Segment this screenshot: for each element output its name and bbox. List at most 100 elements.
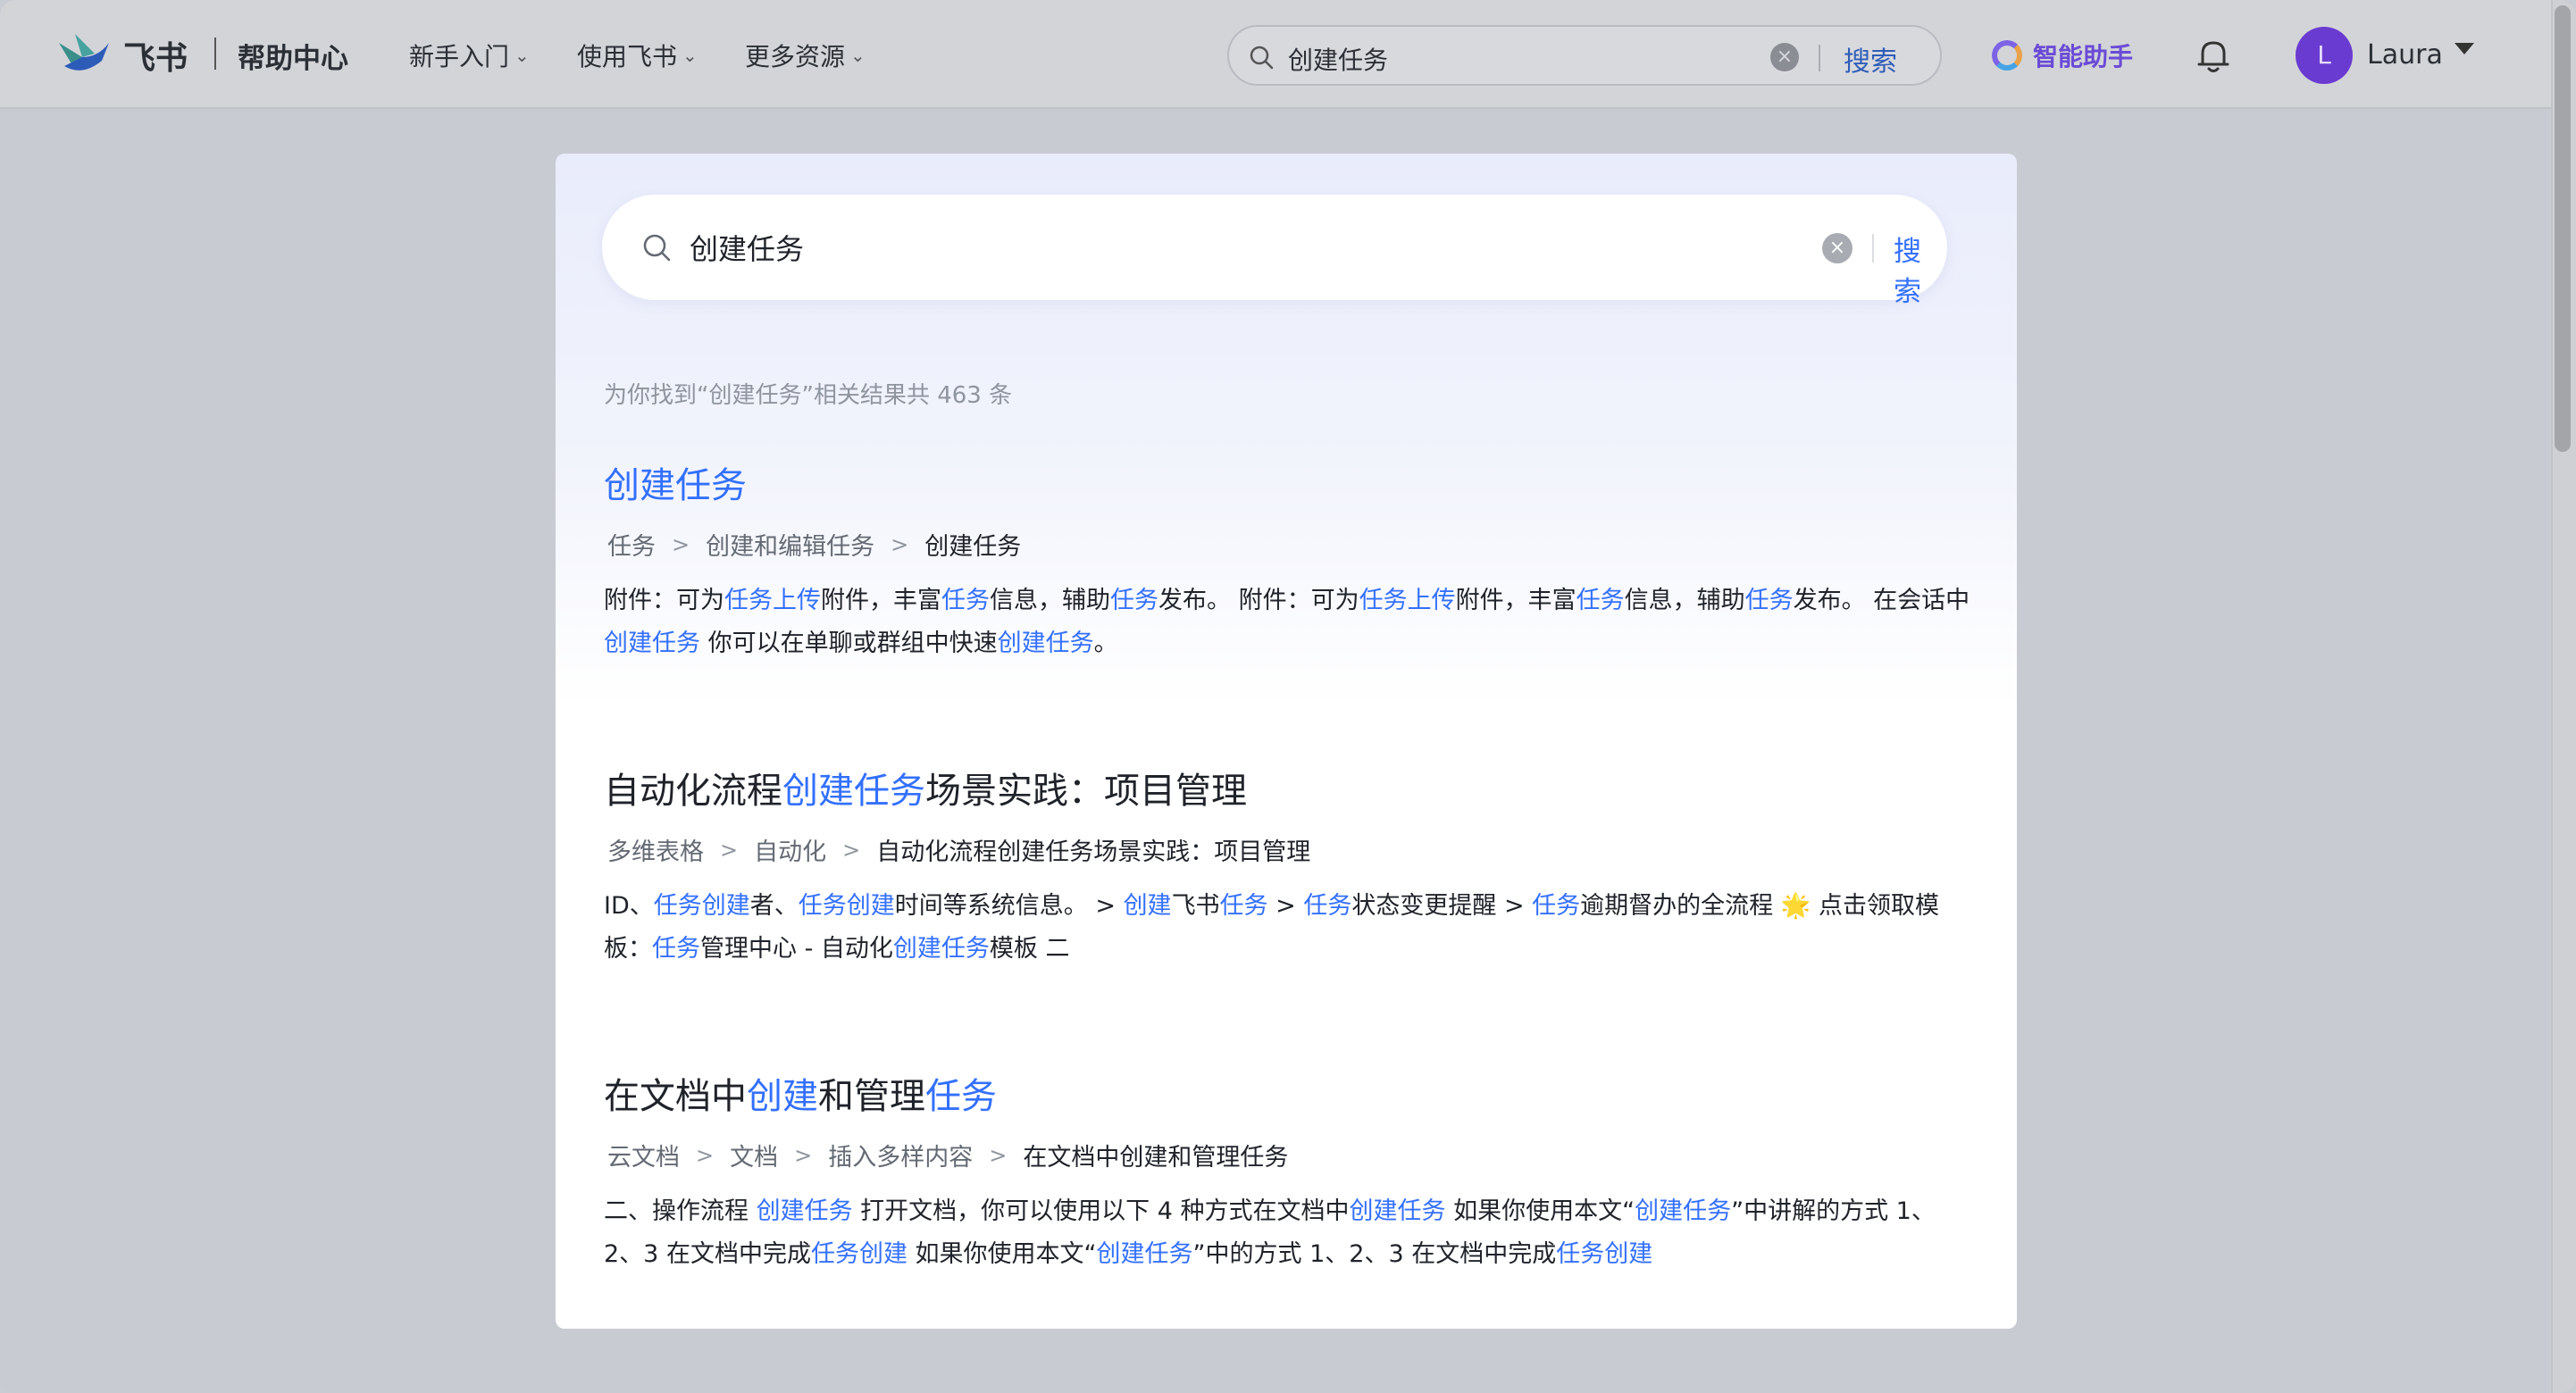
chevron-right-icon: > <box>891 531 909 557</box>
nav-getting-started[interactable]: 新手入门 ⌄ <box>409 38 530 73</box>
avatar[interactable]: L <box>2296 27 2353 84</box>
top-search-button[interactable]: 搜索 <box>1844 39 1897 79</box>
breadcrumb: 云文档 > 文档 > 插入多样内容 > 在文档中创建和管理任务 <box>604 1138 1970 1172</box>
highlight-term: 任务 <box>1110 587 1158 614</box>
snippet-text: 附件，丰富 <box>1455 587 1577 614</box>
nav-using-feishu[interactable]: 使用飞书 ⌄ <box>577 38 698 73</box>
snippet-text: 信息，辅助 <box>990 587 1110 614</box>
result-snippet[interactable]: 二、操作流程 创建任务 打开文档，你可以使用以下 4 种方式在文档中创建任务 如… <box>604 1190 1970 1276</box>
search-result: 自动化流程创建任务场景实践：项目管理 多维表格 > 自动化 > 自动化流程创建任务场景实践… <box>604 768 1970 971</box>
top-search-box[interactable]: 创建任务 × 搜索 <box>1227 25 1942 86</box>
nav-label: 使用飞书 <box>577 42 678 71</box>
highlight-term: 任务 <box>1576 587 1625 614</box>
breadcrumb: 任务 > 创建和编辑任务 > 创建任务 <box>604 527 1970 562</box>
chevron-down-icon: ⌄ <box>514 45 530 66</box>
result-title-link[interactable]: 在文档中创建和管理任务 <box>604 1073 1970 1120</box>
nav-more-resources[interactable]: 更多资源 ⌄ <box>745 38 866 73</box>
highlight-term: 创建任务 <box>1635 1197 1732 1225</box>
chevron-right-icon: > <box>989 1142 1008 1168</box>
chevron-down-icon: ⌄ <box>682 45 698 66</box>
highlight-term: 创建任务 <box>756 1197 853 1225</box>
assistant-label: 智能助手 <box>2033 42 2134 71</box>
search-results-modal: × 搜索 为你找到“创建任务”相关结果共 463 条 创建任务任务>创建和编辑任… <box>556 154 2017 1329</box>
search-result: 在文档中创建和管理任务 云文档 > 文档 > 插入多样内容 > 在文档中创建和管理任务 二、操作… <box>604 1073 1970 1276</box>
result-snippet[interactable]: ID、任务创建者、任务创建时间等系统信息。 > 创建飞书任务 > 任务状态变更提… <box>604 885 1970 971</box>
bell-icon[interactable] <box>2195 36 2231 75</box>
highlight-term: 任务创建 <box>653 892 750 920</box>
snippet-text: 你可以在单聊或群组中快速 <box>700 630 998 657</box>
breadcrumb-item[interactable]: 文档 <box>726 1138 782 1172</box>
help-center-title[interactable]: 帮助中心 <box>238 36 348 76</box>
breadcrumb: 多维表格 > 自动化 > 自动化流程创建任务场景实践：项目管理 <box>604 832 1970 867</box>
snippet-text: 如果你使用本文“ <box>1445 1197 1635 1225</box>
breadcrumb-item[interactable]: 创建和编辑任务 <box>702 527 878 562</box>
modal-search-input[interactable] <box>690 221 1744 273</box>
breadcrumb-item[interactable]: 自动化 <box>750 832 830 867</box>
highlight-term: 创建任务 <box>604 630 700 657</box>
result-title-link[interactable]: 创建任务 <box>604 463 1970 509</box>
breadcrumb-item: 在文档中创建和管理任务 <box>1023 1144 1289 1172</box>
snippet-text: 二、操作流程 <box>604 1197 757 1225</box>
chevron-right-icon: > <box>672 531 690 557</box>
result-snippet[interactable]: 附件：可为任务上传附件，丰富任务信息，辅助任务发布。 附件：可为任务上传附件，丰… <box>604 580 1970 665</box>
title-segment: 创建任务 <box>604 465 747 506</box>
scrollbar-thumb[interactable] <box>2555 5 2571 452</box>
highlight-term: 任务创建 <box>1556 1240 1653 1268</box>
breadcrumb-item[interactable]: 多维表格 <box>604 832 707 867</box>
highlight-term: 创建任务 <box>997 630 1094 657</box>
top-navigation: 飞书 帮助中心 新手入门 ⌄ 使用飞书 ⌄ 更多资源 ⌄ 创建任务 × 搜索 智… <box>0 0 2555 109</box>
brand-name[interactable]: 飞书 <box>123 32 188 79</box>
breadcrumb-item[interactable]: 云文档 <box>604 1138 683 1172</box>
search-icon <box>643 234 671 262</box>
nav-label: 新手入门 <box>409 42 510 71</box>
title-segment: 自动化流程 <box>604 771 782 812</box>
snippet-text: 信息，辅助 <box>1624 587 1745 614</box>
highlight-term: 任务 <box>1532 892 1581 920</box>
snippet-text: 飞书 <box>1171 892 1220 920</box>
result-title-link[interactable]: 自动化流程创建任务场景实践：项目管理 <box>604 768 1970 814</box>
chevron-right-icon: > <box>696 1142 715 1168</box>
search-icon <box>1250 46 1274 70</box>
search-separator <box>1872 234 1874 263</box>
snippet-text: 状态变更提醒 > <box>1351 892 1533 920</box>
title-segment: 创建任务 <box>782 771 925 812</box>
nav-label: 更多资源 <box>745 42 846 71</box>
snippet-text: 。 <box>1093 630 1118 657</box>
clear-icon[interactable]: × <box>1770 43 1799 71</box>
assistant-icon <box>1992 40 2022 71</box>
snippet-text: 发布。 在会话中 <box>1793 587 1970 614</box>
highlight-term: 任务上传 <box>1359 587 1456 614</box>
modal-search-box[interactable]: × 搜索 <box>602 195 1947 308</box>
highlight-term: 任务 <box>652 935 700 963</box>
highlight-term: 任务 <box>941 587 990 614</box>
highlight-term: 创建 <box>1123 892 1172 920</box>
modal-search-button[interactable]: 搜索 <box>1894 229 1947 309</box>
snippet-text: 者、 <box>749 892 799 920</box>
title-segment: 任务 <box>925 1076 997 1117</box>
snippet-text: 附件：可为 <box>604 587 724 614</box>
result-count: 为你找到“创建任务”相关结果共 463 条 <box>604 382 1013 409</box>
snippet-text: 打开文档，你可以使用以下 4 种方式在文档中 <box>852 1197 1350 1225</box>
snippet-text: 如果你使用本文“ <box>907 1240 1097 1268</box>
snippet-text: 管理中心 - 自动化 <box>700 935 893 963</box>
snippet-text: > <box>1267 892 1304 920</box>
caret-down-icon[interactable] <box>2455 43 2474 54</box>
snippet-text: 模板 二 <box>989 935 1070 963</box>
chevron-right-icon: > <box>794 1142 813 1168</box>
title-segment: 场景实践：项目管理 <box>925 771 1247 812</box>
highlight-term: 创建任务 <box>1349 1197 1446 1225</box>
highlight-term: 任务创建 <box>798 892 895 920</box>
search-result: 创建任务 任务 > 创建和编辑任务 > 创建任务 附件：可为任务上传附件，丰富任务信息，辅助… <box>604 463 1970 665</box>
smart-assistant-button[interactable]: 智能助手 <box>1992 38 2133 73</box>
highlight-term: 任务创建 <box>810 1240 907 1268</box>
clear-icon[interactable]: × <box>1822 233 1853 263</box>
breadcrumb-item: 创建任务 <box>924 533 1022 561</box>
breadcrumb-item[interactable]: 插入多样内容 <box>824 1138 976 1172</box>
user-name[interactable]: Laura <box>2367 39 2443 71</box>
highlight-term: 任务 <box>1219 892 1268 920</box>
top-search-value[interactable]: 创建任务 <box>1288 41 1388 77</box>
snippet-text: 附件，丰富 <box>821 587 941 614</box>
highlight-term: 任务 <box>1303 892 1352 920</box>
snippet-text: 发布。 附件：可为 <box>1158 587 1359 614</box>
breadcrumb-item[interactable]: 任务 <box>604 527 659 562</box>
